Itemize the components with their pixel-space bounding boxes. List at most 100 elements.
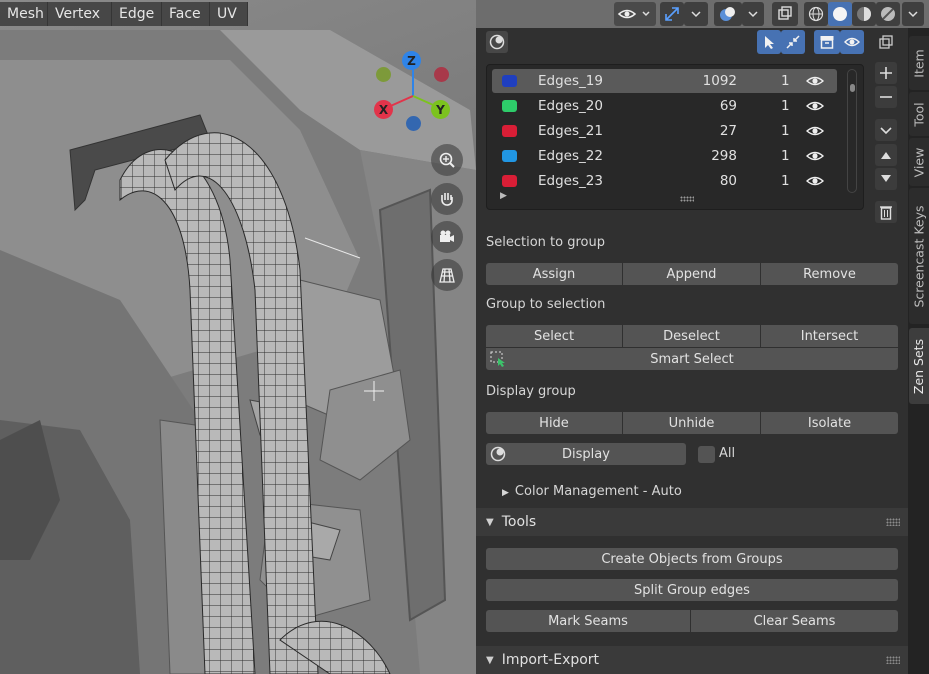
group-to-selection-label: Group to selection	[486, 297, 606, 312]
list-item[interactable]: Edges_20 69 1	[492, 94, 837, 118]
move-down-button[interactable]	[875, 168, 897, 190]
groups-list[interactable]: Edges_19 1092 1 Edges_20 69 1 Edges_21 2…	[486, 64, 864, 210]
group-color-swatch[interactable]	[502, 150, 517, 162]
intersect-button[interactable]: Intersect	[761, 325, 898, 347]
transform-gizmo-icon	[665, 7, 679, 21]
tab-tool[interactable]: Tool	[909, 92, 929, 136]
create-objects-button[interactable]: Create Objects from Groups	[486, 548, 898, 570]
hide-button[interactable]: Hide	[486, 412, 622, 434]
shading-dropdown[interactable]	[902, 2, 924, 26]
group-name: Edges_20	[538, 98, 603, 114]
list-scrollbar[interactable]	[847, 69, 857, 193]
cursor-arrow-icon	[765, 36, 774, 49]
remove-button[interactable]: Remove	[761, 263, 898, 285]
grid-icon[interactable]	[431, 259, 463, 291]
archive-mode-button[interactable]	[814, 30, 840, 54]
axis-neg-x-ball[interactable]	[376, 67, 391, 82]
eye-icon[interactable]	[806, 124, 824, 138]
list-item[interactable]: Edges_22 298 1	[492, 144, 837, 168]
shading-material-button[interactable]	[852, 2, 876, 26]
chevron-down-icon	[908, 11, 918, 18]
group-count: 80	[719, 173, 737, 189]
list-resize-handle[interactable]	[680, 196, 694, 202]
overlays-dropdown[interactable]	[742, 2, 764, 26]
list-item[interactable]: Edges_19 1092 1	[492, 69, 837, 93]
menu-uv[interactable]: UV	[210, 2, 248, 26]
axis-y-ball[interactable]: Y	[431, 100, 450, 119]
group-color-swatch[interactable]	[502, 175, 517, 187]
eye-icon[interactable]	[806, 149, 824, 163]
overlays-toggle-button[interactable]	[714, 2, 742, 26]
tab-zen-sets[interactable]: Zen Sets	[909, 328, 929, 404]
menu-face[interactable]: Face	[162, 2, 210, 26]
zen-sets-logo-icon[interactable]	[486, 31, 508, 53]
tab-view[interactable]: View	[909, 138, 929, 186]
tab-screencast-keys[interactable]: Screencast Keys	[909, 188, 929, 324]
append-button[interactable]: Append	[623, 263, 760, 285]
list-item[interactable]: Edges_21 27 1	[492, 119, 837, 143]
trash-icon	[880, 206, 892, 220]
select-mode-button[interactable]	[757, 30, 781, 54]
import-export-section-header[interactable]: ▼ Import-Export	[476, 646, 908, 674]
eye-icon[interactable]	[806, 74, 824, 88]
group-name: Edges_21	[538, 123, 603, 139]
zoom-icon[interactable]	[431, 144, 463, 176]
menu-vertex[interactable]: Vertex	[48, 2, 112, 26]
list-item[interactable]: Edges_23 80 1	[492, 169, 837, 193]
chevron-down-icon	[691, 11, 701, 18]
gizmo-dropdown[interactable]	[684, 2, 708, 26]
shading-wireframe-button[interactable]	[804, 2, 828, 26]
eye-icon[interactable]	[806, 174, 824, 188]
visibility-mode-button[interactable]	[840, 30, 864, 54]
axis-z-ball[interactable]: Z	[402, 51, 421, 70]
all-checkbox[interactable]	[698, 446, 715, 463]
list-filter-toggle[interactable]: ▶	[500, 191, 507, 201]
assign-button[interactable]: Assign	[486, 263, 622, 285]
eye-icon[interactable]	[806, 99, 824, 113]
collapse-triangle-icon: ▼	[486, 516, 494, 528]
collapse-mode-button[interactable]	[781, 30, 805, 54]
import-export-title: Import-Export	[501, 652, 600, 668]
axis-neg-y-ball[interactable]	[434, 67, 449, 82]
isolate-button[interactable]: Isolate	[761, 412, 898, 434]
list-menu-button[interactable]	[875, 119, 897, 141]
axis-x-ball[interactable]: X	[374, 100, 393, 119]
hand-icon[interactable]	[431, 183, 463, 215]
add-group-button[interactable]	[875, 62, 897, 84]
menu-mesh[interactable]: Mesh	[0, 2, 48, 26]
display-label: Display	[562, 446, 610, 462]
visibility-menu-button[interactable]	[614, 2, 656, 26]
axis-neg-z-ball[interactable]	[406, 116, 421, 131]
drag-grip-icon[interactable]	[886, 518, 900, 526]
delete-empty-button[interactable]	[875, 201, 897, 223]
menu-edge[interactable]: Edge	[112, 2, 162, 26]
mark-seams-button[interactable]: Mark Seams	[486, 610, 690, 632]
tab-item[interactable]: Item	[909, 36, 929, 90]
display-group-label: Display group	[486, 384, 576, 399]
deselect-button[interactable]: Deselect	[623, 325, 760, 347]
drag-grip-icon[interactable]	[886, 656, 900, 664]
tools-section-header[interactable]: ▼ Tools	[476, 508, 908, 536]
group-color-swatch[interactable]	[502, 100, 517, 112]
copy-icon[interactable]	[875, 31, 897, 53]
list-scrollbar-thumb[interactable]	[850, 84, 855, 92]
camera-icon[interactable]	[431, 221, 463, 253]
group-color-swatch[interactable]	[502, 75, 517, 87]
gizmo-toggle-button[interactable]	[660, 2, 684, 26]
3d-viewport[interactable]: Z X Y	[0, 0, 476, 674]
xray-toggle-button[interactable]	[772, 2, 798, 26]
display-button[interactable]: Display	[486, 443, 686, 465]
color-management-expander[interactable]: ▶ Color Management - Auto	[502, 484, 682, 499]
shading-solid-button[interactable]	[828, 2, 852, 26]
shading-rendered-button[interactable]	[876, 2, 900, 26]
move-up-button[interactable]	[875, 144, 897, 166]
group-name: Edges_23	[538, 173, 603, 189]
smart-select-button[interactable]: Smart Select	[486, 348, 898, 370]
remove-group-button[interactable]	[875, 86, 897, 108]
clear-seams-button[interactable]: Clear Seams	[691, 610, 898, 632]
select-button[interactable]: Select	[486, 325, 622, 347]
group-color-swatch[interactable]	[502, 125, 517, 137]
split-edges-button[interactable]: Split Group edges	[486, 579, 898, 601]
unhide-button[interactable]: Unhide	[623, 412, 760, 434]
archive-box-icon	[820, 36, 834, 49]
